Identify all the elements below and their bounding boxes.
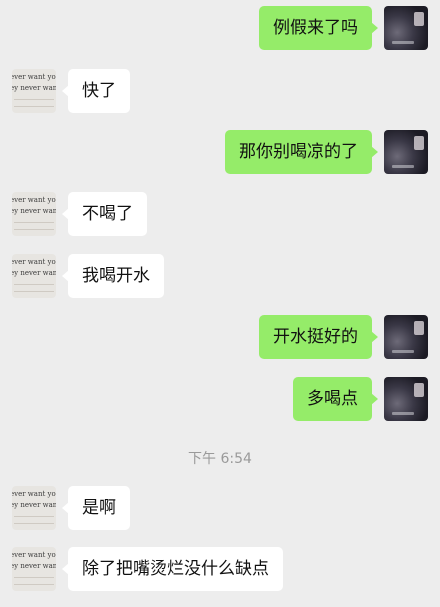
message-row: 开水挺好的 [0,315,440,361]
message-bubble-peer[interactable]: 快了 [62,69,130,113]
message-bubble-self[interactable]: 例假来了吗 [259,6,378,50]
peer-avatar-text-line: ey never wam [12,269,56,277]
peer-avatar[interactable]: ever want yo ey never wam [12,254,56,298]
peer-avatar-line [14,222,54,223]
peer-avatar-text-line: ever want yo [12,73,56,81]
peer-avatar-text-line: ey never wam [12,562,56,570]
chat-timestamp: 下午 6:54 [188,451,252,467]
self-avatar[interactable] [384,6,428,50]
peer-avatar[interactable]: ever want yo ey never wam [12,192,56,236]
self-avatar[interactable] [384,130,428,174]
message-row: ever want yo ey never wam 除了把嘴烫烂没什么缺点 [0,547,440,593]
peer-avatar[interactable]: ever want yo ey never wam [12,69,56,113]
peer-avatar-text-line: ever want yo [12,551,56,559]
peer-avatar[interactable]: ever want yo ey never wam [12,486,56,530]
peer-avatar-line [14,291,54,292]
peer-avatar-line [14,523,54,524]
message-row: 例假来了吗 [0,6,440,52]
message-row: ever want yo ey never wam 快了 [0,69,440,115]
message-row: 多喝点 [0,377,440,423]
peer-avatar-line [14,584,54,585]
peer-avatar-text-line: ey never wam [12,84,56,92]
message-bubble-peer[interactable]: 除了把嘴烫烂没什么缺点 [62,547,283,591]
peer-avatar-line [14,284,54,285]
self-avatar[interactable] [384,377,428,421]
message-bubble-peer[interactable]: 不喝了 [62,192,147,236]
peer-avatar-line [14,577,54,578]
message-bubble-self[interactable]: 多喝点 [293,377,378,421]
peer-avatar[interactable]: ever want yo ey never wam [12,547,56,591]
peer-avatar-line [14,99,54,100]
peer-avatar-text-line: ever want yo [12,258,56,266]
message-bubble-self[interactable]: 那你别喝凉的了 [225,130,378,174]
message-row: ever want yo ey never wam 不喝了 [0,192,440,238]
self-avatar[interactable] [384,315,428,359]
peer-avatar-text-line: ever want yo [12,196,56,204]
message-row: 那你别喝凉的了 [0,130,440,176]
message-bubble-peer[interactable]: 是啊 [62,486,130,530]
peer-avatar-text-line: ever want yo [12,490,56,498]
message-bubble-peer[interactable]: 我喝开水 [62,254,164,298]
peer-avatar-text-line: ey never wam [12,207,56,215]
peer-avatar-line [14,229,54,230]
peer-avatar-text-line: ey never wam [12,501,56,509]
message-bubble-self[interactable]: 开水挺好的 [259,315,378,359]
message-row: ever want yo ey never wam 我喝开水 [0,254,440,300]
peer-avatar-line [14,106,54,107]
peer-avatar-line [14,516,54,517]
message-row: ever want yo ey never wam 是啊 [0,486,440,532]
